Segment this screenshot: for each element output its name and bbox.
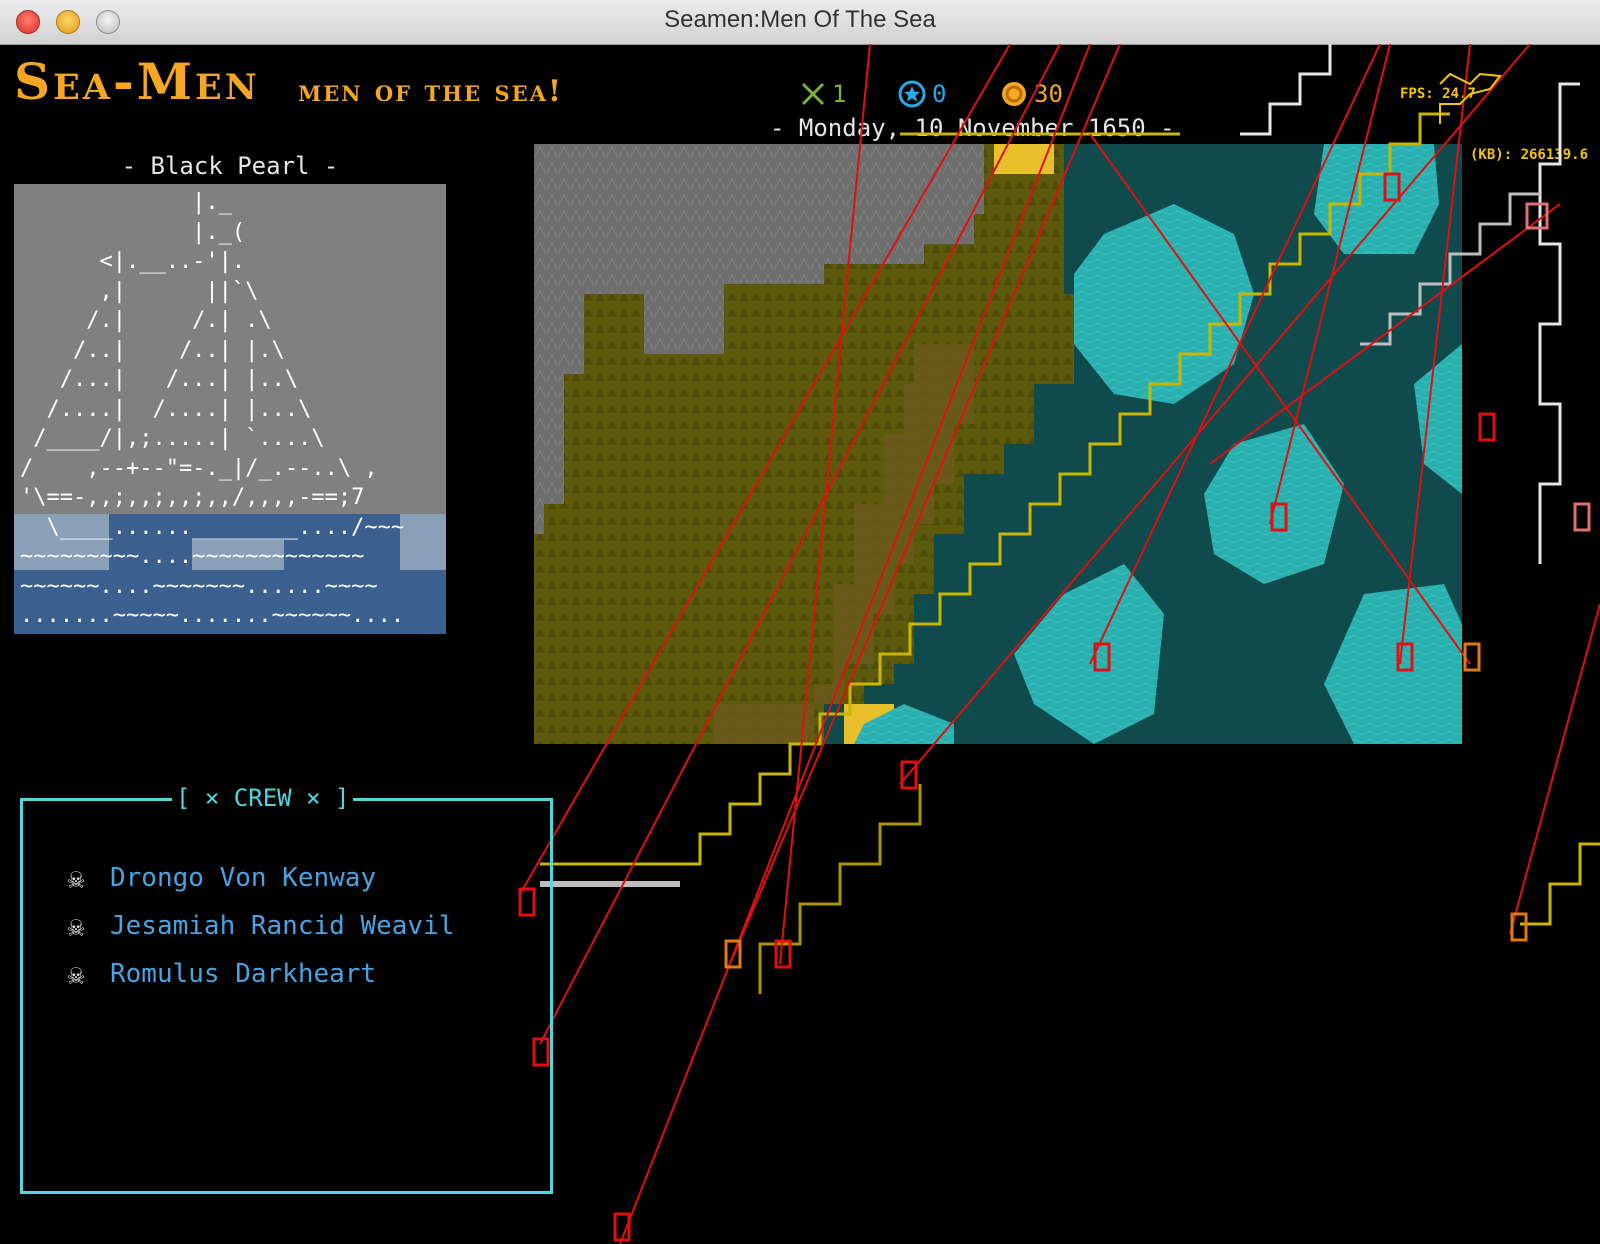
crew-member[interactable]: ☠ Romulus Darkheart [60, 950, 454, 998]
crew-panel-title: [ × CREW × ] [172, 784, 354, 812]
marker [900, 760, 918, 790]
marker [1463, 642, 1481, 672]
ray-line [1269, 44, 1391, 525]
crew-member[interactable]: ☠ Drongo Von Kenway [60, 854, 454, 902]
game-window: Seamen:Men Of The Sea Sea-Men men of the… [0, 0, 1600, 1244]
marker [1383, 172, 1401, 202]
ray-line [899, 44, 1531, 785]
ray-line [539, 44, 1061, 1045]
ray-line [1399, 44, 1471, 665]
skull-crossbones-icon: ☠ [67, 957, 85, 991]
crew-member-name: Jesamiah Rancid Weavil [110, 911, 455, 941]
ray-line [1089, 44, 1381, 665]
ray-line [519, 44, 1011, 895]
marker [1573, 502, 1591, 532]
window-title: Seamen:Men Of The Sea [664, 6, 936, 33]
ladder-trails [540, 44, 1600, 994]
debug-markers [518, 172, 1591, 1242]
crew-list: ☠ Drongo Von Kenway ☠ Jesamiah Rancid We… [60, 854, 455, 998]
crew-member[interactable]: ☠ Jesamiah Rancid Weavil [60, 902, 455, 950]
crew-member-name: Drongo Von Kenway [110, 863, 377, 893]
marker [1478, 412, 1496, 442]
ray-line [1209, 203, 1561, 465]
window-titlebar: Seamen:Men Of The Sea [0, 0, 1600, 45]
debug-rays [519, 44, 1600, 1244]
ray-line [779, 44, 871, 965]
trail-line [540, 112, 1450, 866]
trail-line [1538, 82, 1580, 564]
trail-line [1240, 44, 1332, 136]
fps-graph [1439, 72, 1502, 124]
skull-crossbones-icon: ☠ [67, 861, 85, 895]
trail-line [758, 784, 922, 994]
skull-crossbones-icon: ☠ [67, 909, 85, 943]
ray-line [1089, 133, 1471, 665]
crew-member-name: Romulus Darkheart [110, 959, 377, 989]
